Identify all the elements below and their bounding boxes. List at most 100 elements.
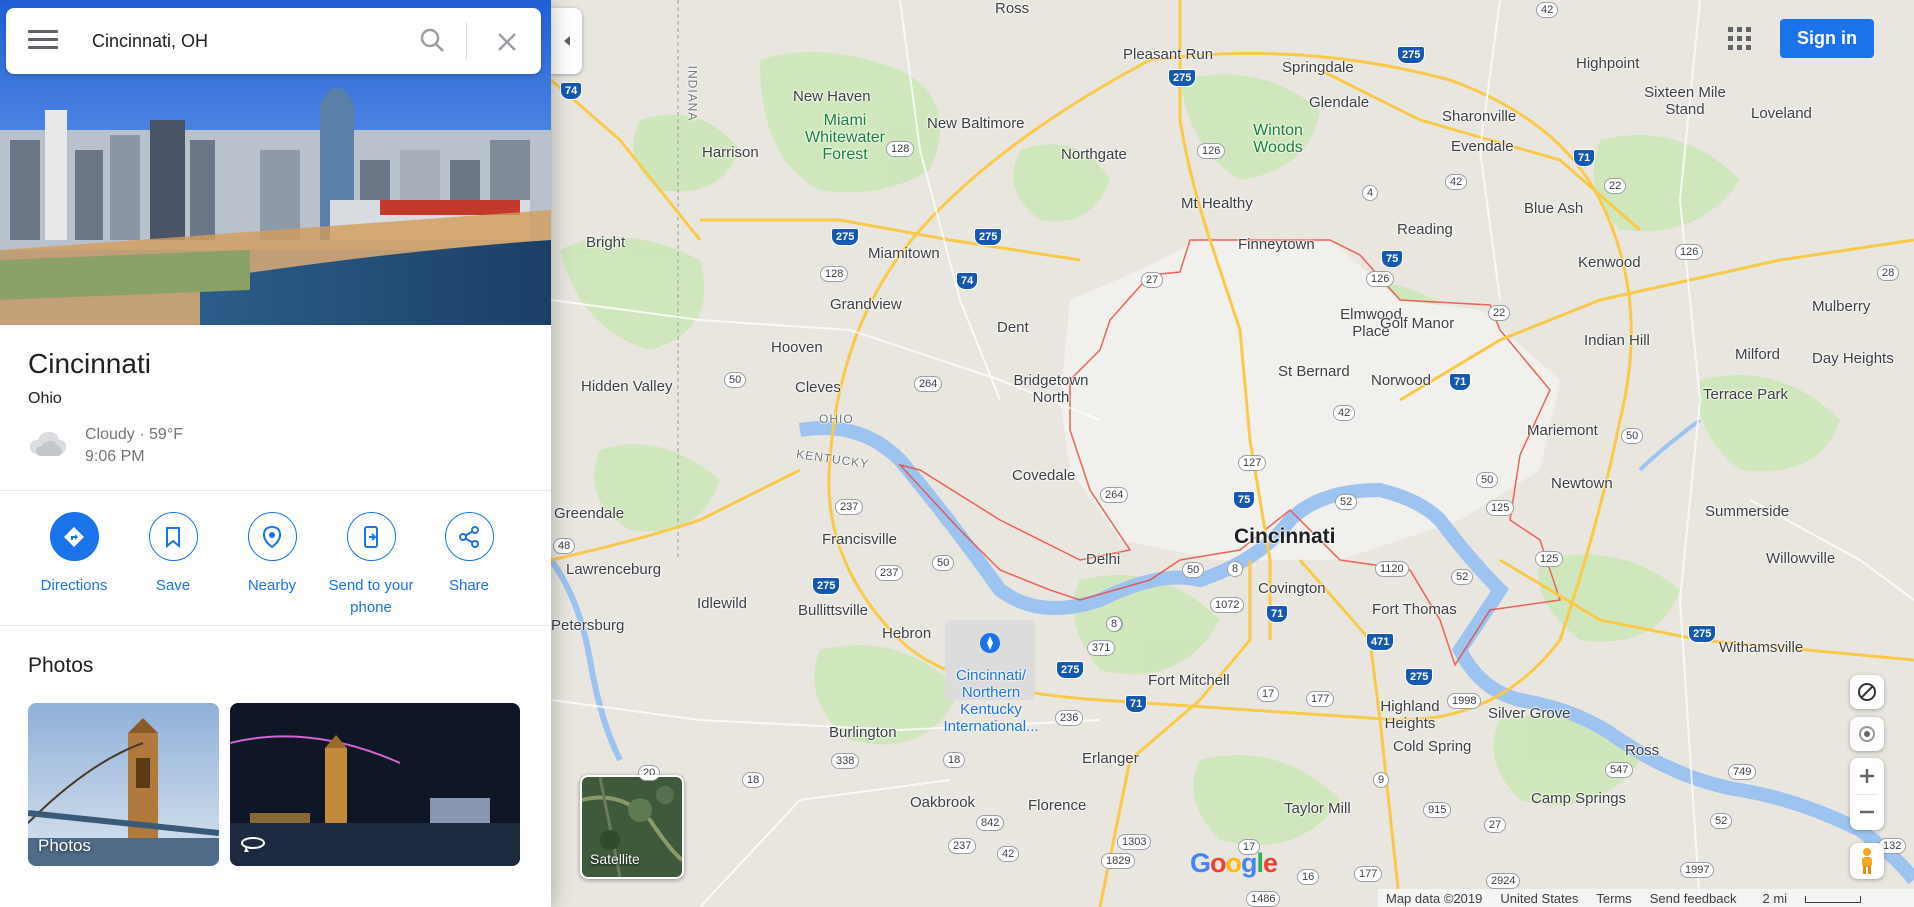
place-label[interactable]: Sixteen Mile Stand (1640, 84, 1730, 118)
route-shield: 50 (932, 555, 955, 571)
place-label[interactable]: New Baltimore (927, 115, 1025, 132)
place-label[interactable]: St Bernard (1278, 363, 1350, 380)
logo-letter: g (1241, 848, 1257, 878)
place-label[interactable]: Hebron (882, 625, 931, 642)
place-label[interactable]: Bridgetown North (1006, 372, 1096, 406)
place-label[interactable]: Kenwood (1578, 254, 1641, 271)
place-label[interactable]: Sharonville (1442, 108, 1516, 125)
send-to-phone-button[interactable]: Send to your phone (321, 512, 421, 619)
place-label[interactable]: Idlewild (697, 595, 747, 612)
place-label[interactable]: Hidden Valley (581, 378, 672, 395)
place-label[interactable]: Glendale (1309, 94, 1369, 111)
region-link[interactable]: United States (1500, 891, 1578, 906)
place-label[interactable]: Withamsville (1719, 639, 1803, 656)
place-label[interactable]: Willowville (1766, 550, 1835, 567)
place-label[interactable]: Francisville (822, 531, 897, 548)
route-shield-interstate: 74 (560, 82, 583, 100)
place-label[interactable]: Highpoint (1576, 55, 1639, 72)
satellite-layer-button[interactable]: Satellite (580, 775, 684, 879)
place-label[interactable]: Erlanger (1082, 750, 1139, 767)
place-label[interactable]: Covington (1258, 580, 1326, 597)
place-label[interactable]: Loveland (1751, 105, 1812, 122)
apps-button[interactable] (1728, 27, 1752, 51)
my-location-button[interactable] (1850, 717, 1884, 751)
place-label[interactable]: Indian Hill (1584, 332, 1650, 349)
place-label[interactable]: Mulberry (1812, 298, 1870, 315)
place-label[interactable]: Grandview (830, 296, 902, 313)
place-label[interactable]: Hooven (771, 339, 823, 356)
place-label[interactable]: Finneytown (1238, 236, 1315, 253)
place-label[interactable]: Pleasant Run (1123, 46, 1213, 63)
place-label[interactable]: Delhi (1086, 551, 1120, 568)
place-label[interactable]: Camp Springs (1531, 790, 1626, 807)
place-label[interactable]: Reading (1397, 221, 1453, 238)
route-shield: 27 (1484, 817, 1507, 833)
airport-label[interactable]: Cincinnati/ Northern Kentucky Internatio… (930, 667, 1052, 735)
place-label[interactable]: Springdale (1282, 59, 1354, 76)
place-label-major-city[interactable]: Cincinnati (1234, 526, 1336, 547)
search-button[interactable] (416, 24, 450, 58)
place-label[interactable]: Bright (586, 234, 625, 251)
place-label[interactable]: Greendale (554, 505, 624, 522)
place-label[interactable]: Burlington (829, 724, 897, 741)
nearby-button[interactable]: Nearby (222, 512, 322, 597)
clear-search-button[interactable] (491, 26, 523, 58)
save-button[interactable]: Save (123, 512, 223, 597)
place-label[interactable]: Golf Manor (1380, 315, 1454, 332)
place-label[interactable]: Evendale (1451, 138, 1514, 155)
place-label[interactable]: Northgate (1061, 146, 1127, 163)
place-label[interactable]: Mt Healthy (1181, 195, 1253, 212)
place-label[interactable]: Taylor Mill (1284, 800, 1351, 817)
logo-letter: e (1263, 848, 1278, 878)
place-label[interactable]: Fort Thomas (1372, 601, 1457, 618)
place-label[interactable]: Lawrenceburg (566, 561, 661, 578)
place-label[interactable]: Ross (995, 0, 1029, 17)
place-label[interactable]: Miamitown (868, 245, 940, 262)
place-label[interactable]: Summerside (1705, 503, 1789, 520)
place-label[interactable]: Mariemont (1527, 422, 1598, 439)
place-label[interactable]: Florence (1028, 797, 1086, 814)
park-label[interactable]: Miami Whitewater Forest (795, 112, 895, 163)
send-feedback-link[interactable]: Send feedback (1650, 891, 1737, 906)
collapse-panel-button[interactable] (551, 8, 582, 74)
place-label[interactable]: Highland Heights (1375, 698, 1445, 732)
place-label[interactable]: Silver Grove (1488, 705, 1571, 722)
route-shield: 915 (1423, 802, 1452, 818)
zoom-out-button[interactable] (1850, 794, 1884, 830)
layers-toggle-button[interactable] (1850, 675, 1884, 709)
menu-icon-line (28, 38, 58, 41)
place-label[interactable]: New Haven (793, 88, 871, 105)
directions-button[interactable]: Directions (24, 512, 124, 597)
place-label[interactable]: Dent (997, 319, 1029, 336)
place-label[interactable]: Newtown (1551, 475, 1613, 492)
place-label[interactable]: Day Heights (1812, 350, 1894, 367)
place-label[interactable]: Cold Spring (1393, 738, 1471, 755)
place-label[interactable]: Blue Ash (1524, 200, 1583, 217)
place-label[interactable]: Covedale (1012, 467, 1075, 484)
place-label[interactable]: Bullittsville (798, 602, 868, 619)
place-label[interactable]: Fort Mitchell (1148, 672, 1230, 689)
photo-360-thumbnail[interactable] (230, 703, 520, 866)
scale-indicator[interactable]: 2 mi (1755, 891, 1872, 906)
place-label[interactable]: Milford (1735, 346, 1780, 363)
menu-button[interactable] (28, 30, 58, 54)
route-shield: 52 (1451, 569, 1474, 585)
park-label[interactable]: Winton Woods (1240, 122, 1316, 156)
place-label[interactable]: Ross (1625, 742, 1659, 759)
photo-thumbnail[interactable]: Photos (28, 703, 219, 866)
search-input[interactable] (92, 28, 392, 54)
route-shield: 177 (1306, 691, 1335, 707)
place-label[interactable]: Oakbrook (910, 794, 975, 811)
terms-link[interactable]: Terms (1596, 891, 1631, 906)
sign-in-button[interactable]: Sign in (1780, 19, 1874, 58)
place-label[interactable]: Petersburg (551, 617, 624, 634)
share-button[interactable]: Share (419, 512, 519, 597)
place-label[interactable]: Norwood (1371, 372, 1431, 389)
place-label[interactable]: Harrison (702, 144, 759, 161)
weather-time: 9:06 PM (85, 448, 145, 465)
street-view-pegman[interactable] (1850, 843, 1884, 879)
place-label[interactable]: Cleves (795, 379, 841, 396)
route-shield: 27 (1141, 272, 1164, 288)
zoom-in-button[interactable] (1850, 758, 1884, 794)
place-label[interactable]: Terrace Park (1703, 386, 1788, 403)
